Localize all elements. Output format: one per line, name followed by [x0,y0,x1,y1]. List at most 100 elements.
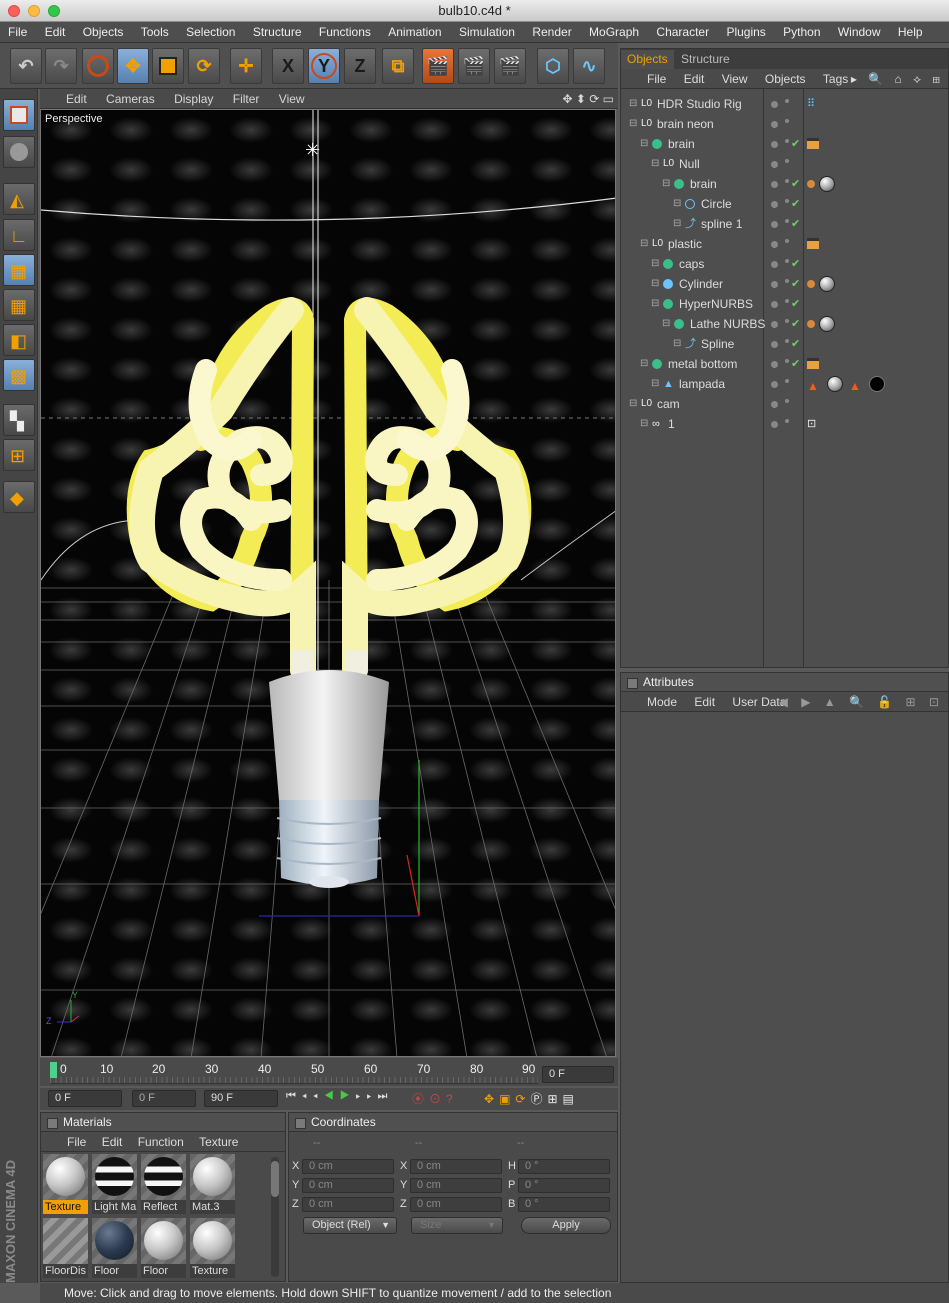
render-visibility-dot[interactable] [785,279,789,283]
tree-expander-icon[interactable]: ⊟ [673,194,681,214]
render-visibility-dot[interactable] [785,379,789,383]
render-visibility-dot[interactable] [785,319,789,323]
render-visibility-dot[interactable] [785,259,789,263]
3d-viewport[interactable]: ✳ Perspective Y Z [40,109,616,1057]
coord-field[interactable]: 0 cm [302,1159,394,1174]
tree-expander-icon[interactable]: ⊟ [651,274,659,294]
object-tree-row[interactable]: ⊟ ⤴ Spline ✔ [621,334,948,354]
render-visibility-dot[interactable] [785,359,789,363]
timeline-scale[interactable]: 0 10 20 30 40 50 60 70 80 90 [50,1062,538,1084]
object-tree-row[interactable]: ⊟ Circle ✔ [621,194,948,214]
menu-help[interactable]: Help [884,22,923,43]
editor-visibility-dot[interactable] [771,121,778,128]
render-visibility-dot[interactable] [785,339,789,343]
material-swatch[interactable]: Texture [43,1154,88,1214]
tree-expander-icon[interactable]: ⊟ [629,114,637,134]
material-swatch[interactable]: FloorDis [43,1218,88,1278]
tree-expander-icon[interactable]: ⊟ [651,254,659,274]
clapper-tag-icon[interactable] [807,358,819,369]
tab-objects[interactable]: Objects [621,50,674,69]
menu-plugins[interactable]: Plugins [712,22,765,43]
coord-field[interactable]: 0 ° [518,1178,610,1193]
cone-tag-icon[interactable]: ▲ [849,376,861,396]
material-swatch[interactable]: Mat.3 [190,1154,235,1214]
phong-tag-icon[interactable] [807,280,815,288]
editor-visibility-dot[interactable] [771,341,778,348]
material-swatch[interactable]: Floor [141,1218,186,1278]
editor-visibility-dot[interactable] [771,421,778,428]
live-selection-button[interactable] [82,48,114,84]
render-settings-button[interactable]: 🎬 [494,48,526,84]
rotate-tool-button[interactable]: ⟳ [188,48,220,84]
object-tree-row[interactable]: ⊟ L0 Null [621,154,948,174]
cone-tag-icon[interactable]: ▲ [807,376,819,396]
attributes-menu-mode[interactable]: Mode [621,692,677,712]
object-tree-row[interactable]: ⊟ L0 HDR Studio Rig ⠿ [621,94,948,114]
tree-expander-icon[interactable]: ⊟ [651,154,659,174]
tree-expander-icon[interactable]: ⊟ [629,94,637,114]
transform-tool-button[interactable]: ✛ [230,48,262,84]
preview-min-field[interactable]: 0 F [132,1090,196,1107]
object-tree-row[interactable]: ⊟ brain ✔ [621,134,948,154]
tree-expander-icon[interactable]: ⊟ [673,334,681,354]
enabled-check-icon[interactable]: ✔ [791,174,800,194]
material-tag-icon[interactable] [819,316,835,332]
menu-structure[interactable]: Structure [239,22,302,43]
tree-expander-icon[interactable]: ⊟ [662,314,670,334]
objects-menu-edit[interactable]: Edit [670,69,705,89]
menu-render[interactable]: Render [518,22,571,43]
object-tree-row[interactable]: ⊟ HyperNURBS ✔ [621,294,948,314]
minimize-window-button[interactable] [28,5,40,17]
use-model-mode-button[interactable] [3,99,35,131]
coord-field[interactable]: 0 ° [518,1159,610,1174]
menu-animation[interactable]: Animation [374,22,441,43]
editor-visibility-dot[interactable] [771,181,778,188]
end-frame-field[interactable]: 90 F [204,1090,278,1107]
menu-mograph[interactable]: MoGraph [575,22,639,43]
move-tool-button[interactable]: ✥ [117,48,149,84]
tree-expander-icon[interactable]: ⊟ [651,374,659,394]
menu-selection[interactable]: Selection [172,22,235,43]
size-mode-dropdown[interactable]: Size ▼ [411,1217,503,1234]
render-visibility-dot[interactable] [785,139,789,143]
materials-menu-file[interactable]: File [41,1132,86,1152]
go-to-end-button[interactable]: ⏭ [377,1090,393,1102]
render-to-picture-viewer-button[interactable]: 🎬 [458,48,490,84]
editor-visibility-dot[interactable] [771,141,778,148]
viewport-menu-edit[interactable]: Edit [40,89,87,109]
editor-visibility-dot[interactable] [771,201,778,208]
render-visibility-dot[interactable] [785,399,789,403]
close-window-button[interactable] [8,5,20,17]
objects-menu-file[interactable]: File [621,69,666,89]
enabled-check-icon[interactable]: ✔ [791,134,800,154]
attributes-menu-edit[interactable]: Edit [680,692,715,712]
editor-visibility-dot[interactable] [771,401,778,408]
menu-python[interactable]: Python [769,22,820,43]
phong-tag-icon[interactable] [807,320,815,328]
coord-field[interactable]: 0 ° [518,1197,610,1212]
coord-field[interactable]: 0 cm [410,1159,502,1174]
axis-mode-button[interactable]: ▦ [3,289,35,321]
object-tree-row[interactable]: ⊟ caps ✔ [621,254,948,274]
scale-key-button[interactable]: ▣ [499,1092,515,1106]
attributes-toolbar-icons[interactable]: ◀ ▶ ▲ 🔍 🔓 ⊞ ⊡ [779,692,944,712]
scheme-button[interactable]: ▤ [563,1092,579,1106]
zoom-window-button[interactable] [48,5,60,17]
enabled-check-icon[interactable]: ✔ [791,334,800,354]
coordinate-system-button[interactable]: ⧉ [382,48,414,84]
editor-visibility-dot[interactable] [771,261,778,268]
object-tree-row[interactable]: ⊟ L0 brain neon [621,114,948,134]
play-forward-button[interactable]: ▶ [340,1090,356,1102]
use-object-mode-button[interactable] [3,136,35,168]
play-backward-button[interactable]: ◀ [324,1090,340,1102]
render-visibility-dot[interactable] [785,119,789,123]
texture-mode-button[interactable]: ◧ [3,324,35,356]
materials-menu-texture[interactable]: Texture [187,1132,238,1152]
render-visibility-dot[interactable] [785,219,789,223]
menu-functions[interactable]: Functions [305,22,371,43]
material-swatch[interactable]: Light Ma [92,1154,137,1214]
rot-key-button[interactable]: ⟳ [515,1092,530,1106]
material-tag-icon[interactable] [819,176,835,192]
tree-expander-icon[interactable]: ⊟ [640,354,648,374]
attributes-menu-user-data[interactable]: User Data [718,692,786,712]
